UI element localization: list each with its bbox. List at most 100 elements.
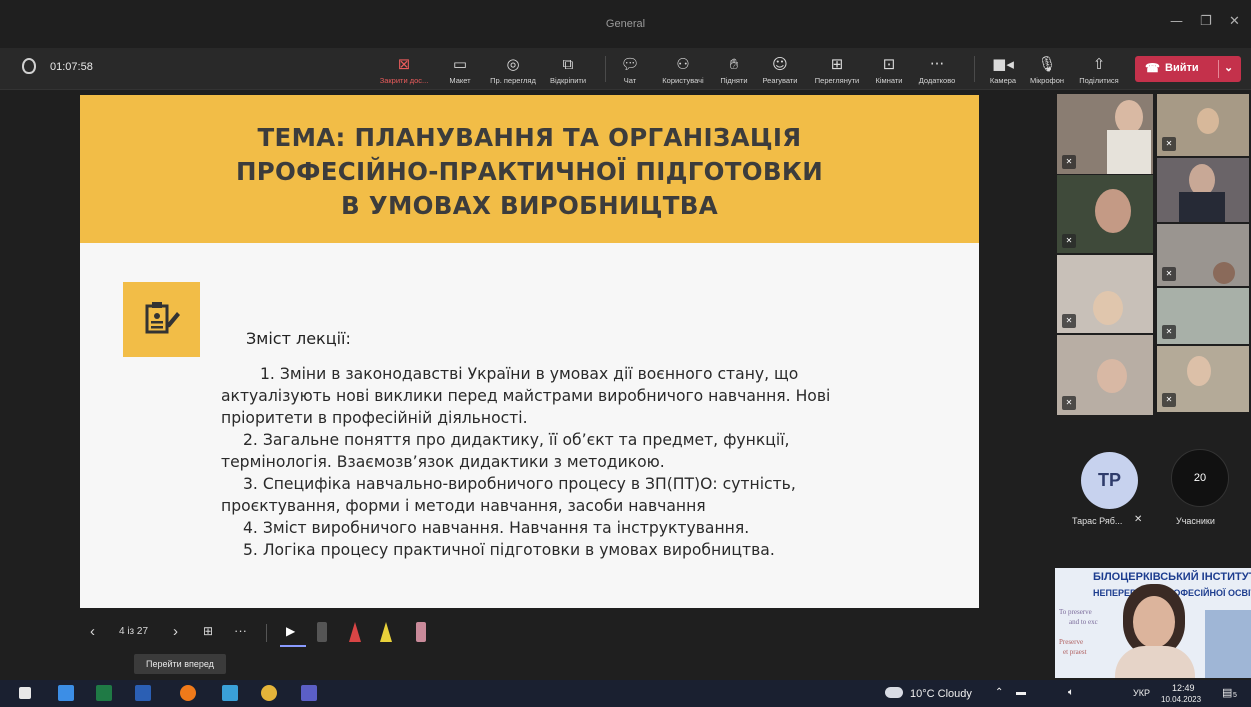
notifications-icon[interactable]: ▤	[1222, 686, 1232, 699]
controls-divider	[266, 624, 267, 642]
share-icon: ⇧	[1092, 55, 1106, 73]
tray-chevron-icon[interactable]: ⌃	[995, 687, 1003, 698]
hang-up-icon: ☎	[1145, 61, 1160, 75]
next-slide-icon[interactable]: ›	[173, 623, 178, 640]
more-button[interactable]: ··· Додатково	[912, 48, 962, 90]
volume-icon[interactable]: 🔈︎	[1068, 687, 1074, 698]
presenter-body	[1115, 646, 1195, 678]
stop-sharing-button[interactable]: ⊠ Закрити дос...	[374, 48, 434, 90]
share-button[interactable]: ⇧ Поділитися	[1073, 48, 1125, 90]
participant-avatar[interactable]: TP	[1081, 452, 1138, 509]
mic-off-icon: ✕	[1062, 155, 1076, 169]
lecture-item-line: актуалізують нові виклики перед майстрам…	[221, 387, 831, 405]
file-explorer-icon[interactable]	[58, 685, 74, 701]
teams-window: General — ❐ ✕ 01:07:58 ⊠ Закрити дос... …	[0, 0, 1251, 707]
chat-icon: 💬︎	[620, 55, 640, 73]
windows-taskbar: 10°C Cloudy ⌃ ▬ 🔈︎ УКР 12:49 10.04.2023 …	[0, 680, 1251, 707]
chrome-icon[interactable]	[261, 685, 277, 701]
title-bar: General — ❐ ✕	[0, 0, 1251, 48]
leave-button[interactable]: ☎ Вийти ⌄	[1135, 56, 1241, 82]
microphone-button[interactable]: 🎙︎ Мікрофон	[1024, 48, 1070, 90]
slide-grid-icon[interactable]: ⊞	[203, 624, 213, 638]
layout-button[interactable]: ▭ Макет	[442, 48, 478, 90]
highlighter-icon[interactable]	[380, 622, 392, 642]
smiley-icon: ☺	[772, 55, 788, 73]
camera-button[interactable]: ■◂ Камера	[984, 48, 1022, 90]
next-slide-tooltip: Перейти вперед	[134, 654, 226, 674]
previous-slide-icon[interactable]: ‹	[90, 623, 95, 640]
participant-body	[1179, 192, 1225, 222]
eraser-pen-icon[interactable]	[317, 622, 327, 642]
window-title: General	[605, 18, 646, 30]
mic-off-icon: ✕	[1062, 314, 1076, 328]
eraser-icon[interactable]	[416, 622, 426, 642]
participant-video-tile[interactable]: ✕	[1057, 255, 1153, 333]
teams-icon[interactable]	[301, 685, 317, 701]
participant-face	[1115, 100, 1143, 134]
firefox-icon[interactable]	[180, 685, 196, 701]
red-pen-icon[interactable]	[349, 622, 361, 642]
institute-motto-4: et praest	[1063, 648, 1087, 656]
minimize-icon[interactable]: —	[1170, 14, 1183, 29]
eye-icon: ◎	[506, 55, 520, 73]
restore-icon[interactable]: ❐	[1200, 14, 1212, 29]
map-graphic	[1205, 610, 1251, 678]
word-icon[interactable]	[135, 685, 151, 701]
raise-hand-button[interactable]: ✋︎ Підняти	[714, 48, 754, 90]
camera-icon: ■◂	[992, 55, 1014, 73]
participant-count[interactable]: 20	[1171, 449, 1229, 507]
input-language[interactable]: УКР	[1133, 688, 1150, 698]
participant-video-tile[interactable]: ✕	[1157, 224, 1249, 286]
participant-video-tile[interactable]: ✕	[1057, 94, 1153, 174]
mic-off-icon: ✕	[1134, 514, 1143, 525]
weather-widget[interactable]: 10°C Cloudy	[910, 688, 972, 700]
participant-video-tile[interactable]: ✕	[1057, 335, 1153, 415]
clock-date[interactable]: 10.04.2023	[1161, 695, 1201, 704]
lecture-item-line: 4. Зміст виробничого навчання. Навчання …	[243, 519, 750, 537]
close-icon[interactable]: ✕	[1229, 14, 1240, 29]
network-icon[interactable]: ▬	[1016, 687, 1026, 698]
view-button[interactable]: ⊞ Переглянути	[806, 48, 868, 90]
windows-start-icon[interactable]	[19, 687, 31, 699]
institute-name-line-1: БІЛОЦЕРКІВСЬКИЙ ІНСТИТУТ	[1093, 571, 1251, 583]
meeting-timer: 01:07:58	[50, 61, 93, 73]
participant-video-tile[interactable]: ✕	[1157, 346, 1249, 412]
chat-button[interactable]: 💬︎ Чат	[616, 48, 644, 90]
toolbar-divider	[605, 56, 606, 82]
participant-video-tile[interactable]: ✕	[1057, 175, 1153, 253]
pointer-tool-icon[interactable]: ▶	[286, 624, 295, 638]
layout-icon: ▭	[452, 55, 468, 73]
undock-button[interactable]: ⧉ Відкріпити	[543, 48, 593, 90]
clock-time[interactable]: 12:49	[1172, 683, 1195, 693]
react-button[interactable]: ☺ Реагувати	[758, 48, 802, 90]
lecture-contents-heading: Зміст лекції:	[246, 329, 351, 348]
chevron-down-icon[interactable]: ⌄	[1224, 61, 1233, 74]
lecture-item-line: 1. Зміни в законодавстві України в умова…	[260, 365, 799, 383]
presenter-video-tile[interactable]: БІЛОЦЕРКІВСЬКИЙ ІНСТИТУТ НЕПЕРЕРВНОЇ ПРО…	[1055, 568, 1251, 678]
slide-title-line-3: В УМОВАХ ВИРОБНИЦТВА	[340, 191, 719, 220]
lecture-notes-icon	[123, 282, 200, 357]
participant-video-tile[interactable]: ✕	[1157, 94, 1249, 156]
participant-face	[1095, 189, 1131, 233]
participant-video-tile[interactable]	[1157, 158, 1249, 222]
presenter-view-button[interactable]: ◎ Пр. перегляд	[484, 48, 542, 90]
participant-video-tile[interactable]: ✕	[1157, 288, 1249, 344]
photos-icon[interactable]	[222, 685, 238, 701]
rooms-button[interactable]: ⊡ Кімнати	[870, 48, 908, 90]
institute-motto-2: and to exc	[1069, 618, 1098, 626]
lecture-item-line: 3. Специфіка навчально-виробничого проце…	[243, 475, 796, 493]
mic-off-icon: ✕	[1062, 396, 1076, 410]
lecture-item-line: пріоритети в професійній діяльності.	[221, 409, 528, 427]
slide-title-banner: ТЕМА: ПЛАНУВАННЯ ТА ОРГАНІЗАЦІЯ ПРОФЕСІЙ…	[80, 95, 979, 243]
participants-label: Учасники	[1176, 516, 1215, 526]
participant-face	[1097, 359, 1127, 393]
excel-icon[interactable]	[96, 685, 112, 701]
microphone-icon: 🎙︎	[1037, 55, 1057, 73]
hand-icon: ✋︎	[729, 55, 739, 73]
more-options-icon[interactable]: ···	[234, 623, 247, 638]
rooms-icon: ⊡	[882, 55, 896, 73]
people-button[interactable]: ⚇ Користувачі	[655, 48, 711, 90]
mic-off-icon: ✕	[1062, 234, 1076, 248]
stop-share-icon: ⊠	[397, 55, 411, 73]
participant-face	[1213, 262, 1235, 284]
